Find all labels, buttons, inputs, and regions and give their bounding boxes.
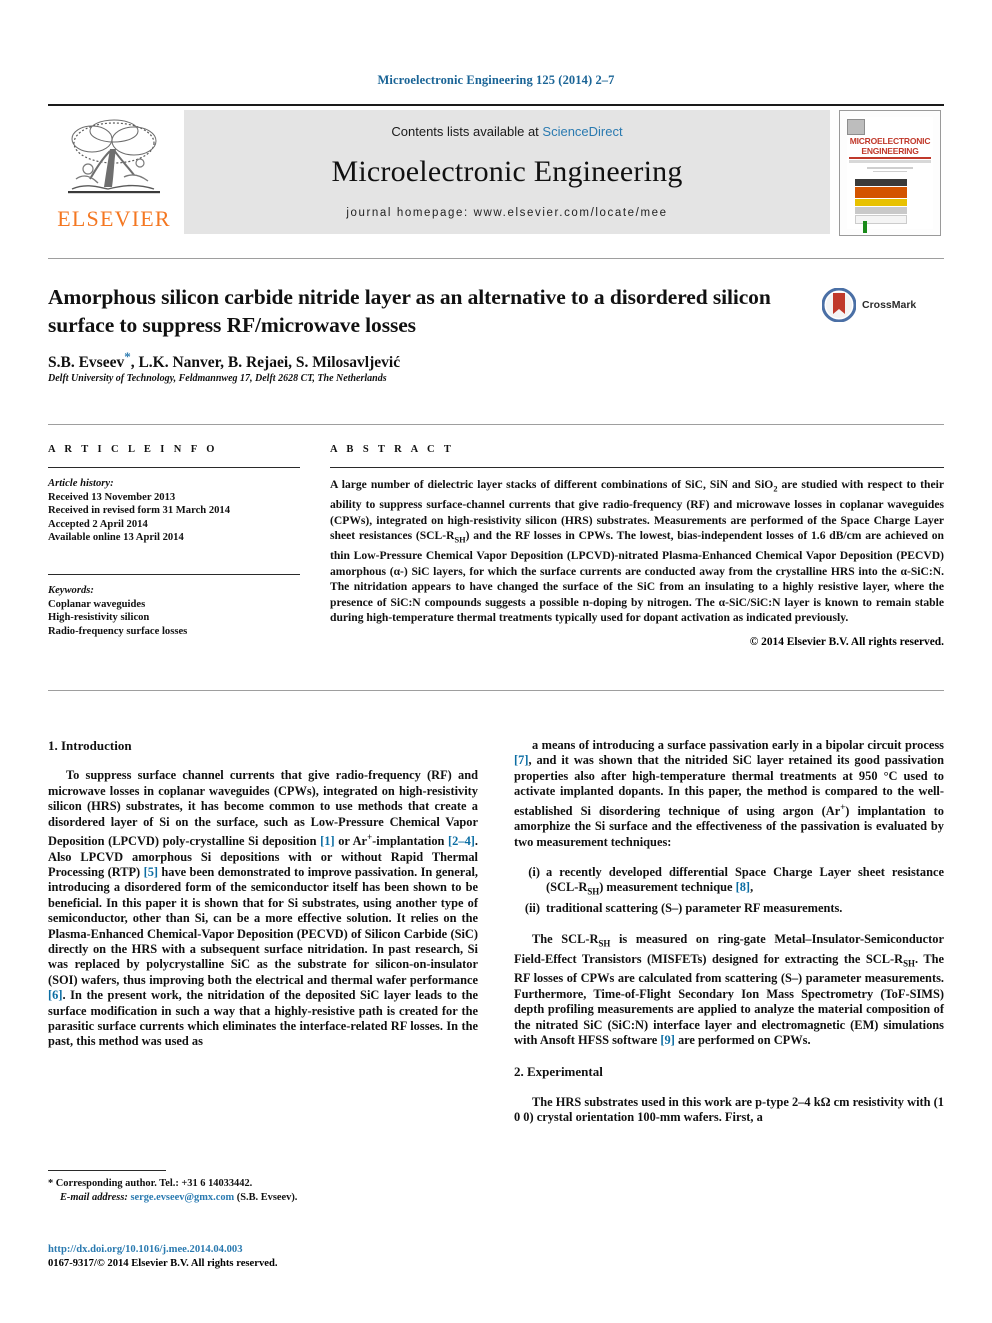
cover-journal-title: MICROELECTRONIC ENGINEERING — [849, 136, 931, 156]
keywords-rule — [48, 573, 300, 575]
history-item: Accepted 2 April 2014 — [48, 518, 148, 530]
cover-publisher-mark-icon — [847, 119, 865, 135]
cover-rule — [849, 157, 931, 159]
elsevier-tree-icon — [68, 119, 160, 194]
cover-text-lines — [859, 167, 921, 174]
abstract-heading: A B S T R A C T — [330, 444, 455, 455]
email-note: E-mail address: serge.evseev@gmx.com (S.… — [48, 1191, 478, 1205]
paragraph: The HRS substrates used in this work are… — [514, 1094, 944, 1125]
corresponding-author-note: * Corresponding author. Tel.: +31 6 1403… — [48, 1178, 253, 1189]
email-attribution: (S.B. Evseev). — [234, 1191, 298, 1203]
history-item: Available online 13 April 2014 — [48, 532, 184, 544]
contents-prefix: Contents lists available at — [391, 123, 543, 139]
keywords-label: Keywords: — [48, 584, 94, 596]
title-divider — [48, 258, 944, 259]
crossmark-badge[interactable]: CrossMark — [822, 288, 916, 322]
footnote-block: * Corresponding author. Tel.: +31 6 1403… — [48, 1170, 478, 1204]
history-item: Received 13 November 2013 — [48, 491, 176, 503]
section-heading-introduction: 1. Introduction — [48, 738, 132, 753]
doi-link[interactable]: http://dx.doi.org/10.1016/j.mee.2014.04.… — [48, 1243, 278, 1257]
list-item-text: a recently developed differential Space … — [546, 864, 944, 897]
affiliation: Delft University of Technology, Feldmann… — [48, 373, 387, 384]
contents-available-line: Contents lists available at ScienceDirec… — [391, 124, 622, 139]
list-item-text: traditional scattering (S–) parameter RF… — [546, 901, 843, 916]
keyword-item: Coplanar waveguides — [48, 598, 146, 610]
keyword-item: Radio-frequency surface losses — [48, 625, 188, 637]
keyword-item: High-resistivity silicon — [48, 612, 150, 624]
paper-page: Microelectronic Engineering 125 (2014) 2… — [0, 0, 992, 1323]
article-history-label: Article history: — [48, 478, 114, 489]
email-link[interactable]: serge.evseev@gmx.com — [130, 1192, 234, 1203]
issn-copyright-line: 0167-9317/© 2014 Elsevier B.V. All right… — [48, 1258, 278, 1269]
article-info-heading: A R T I C L E I N F O — [48, 444, 218, 455]
author-first: S.B. Evseev — [48, 354, 125, 372]
abstract-rule — [330, 467, 944, 468]
journal-cover-thumbnail: MICROELECTRONIC ENGINEERING — [836, 110, 944, 236]
elsevier-logo: ELSEVIER — [48, 110, 180, 234]
page-title: Amorphous silicon carbide nitride layer … — [48, 285, 771, 337]
abstract-column: A B S T R A C T A large number of dielec… — [330, 444, 944, 648]
info-divider-top — [48, 424, 944, 425]
footer-doi-block: http://dx.doi.org/10.1016/j.mee.2014.04.… — [48, 1243, 278, 1271]
elsevier-wordmark: ELSEVIER — [57, 206, 171, 231]
sciencedirect-link[interactable]: ScienceDirect — [542, 124, 622, 139]
author-list: S.B. Evseev*, L.K. Nanver, B. Rejaei, S.… — [48, 349, 400, 372]
journal-title: Microelectronic Engineering — [331, 154, 683, 188]
abstract-text: A large number of dielectric layer stack… — [330, 478, 945, 625]
paragraph: The SCL-RSH is measured on ring-gate Met… — [514, 931, 944, 1048]
footnote-rule — [48, 1170, 166, 1171]
body-column-right: a means of introducing a surface passiva… — [514, 738, 944, 1126]
list-item-marker: (ii) — [524, 901, 540, 916]
body-column-left: 1. Introduction To suppress surface chan… — [48, 738, 478, 1050]
cover-subtitle-bar — [849, 160, 931, 163]
running-head: Microelectronic Engineering 125 (2014) 2… — [377, 73, 615, 87]
info-divider-bottom — [48, 690, 944, 691]
list-item: (ii) traditional scattering (S–) paramet… — [514, 901, 944, 916]
crossmark-icon — [822, 288, 856, 322]
paragraph: To suppress surface channel currents tha… — [48, 768, 478, 1049]
article-info-column: A R T I C L E I N F O Article history: R… — [48, 444, 300, 638]
journal-masthead: ELSEVIER Contents lists available at Sci… — [48, 104, 944, 236]
article-info-rule — [48, 467, 300, 468]
article-history: Article history: Received 13 November 20… — [48, 477, 300, 545]
author-rest: , L.K. Nanver, B. Rejaei, S. Milosavljev… — [130, 354, 401, 372]
journal-band: Contents lists available at ScienceDirec… — [184, 110, 830, 234]
paragraph: a means of introducing a surface passiva… — [514, 738, 944, 849]
list-item-marker: (i) — [528, 864, 540, 879]
journal-homepage-link[interactable]: journal homepage: www.elsevier.com/locat… — [346, 207, 667, 219]
keywords-block: Keywords: Coplanar waveguides High-resis… — [48, 584, 300, 638]
measurement-techniques-list: (i) a recently developed differential Sp… — [514, 865, 944, 917]
cover-arrow-icon — [863, 221, 867, 233]
crossmark-label: CrossMark — [862, 299, 917, 311]
history-item: Received in revised form 31 March 2014 — [48, 505, 231, 517]
abstract-copyright: © 2014 Elsevier B.V. All rights reserved… — [749, 635, 944, 648]
cover-figure — [855, 179, 907, 225]
list-item: (i) a recently developed differential Sp… — [514, 865, 944, 900]
section-heading-experimental: 2. Experimental — [514, 1064, 603, 1080]
email-label: E-mail address: — [60, 1191, 128, 1203]
